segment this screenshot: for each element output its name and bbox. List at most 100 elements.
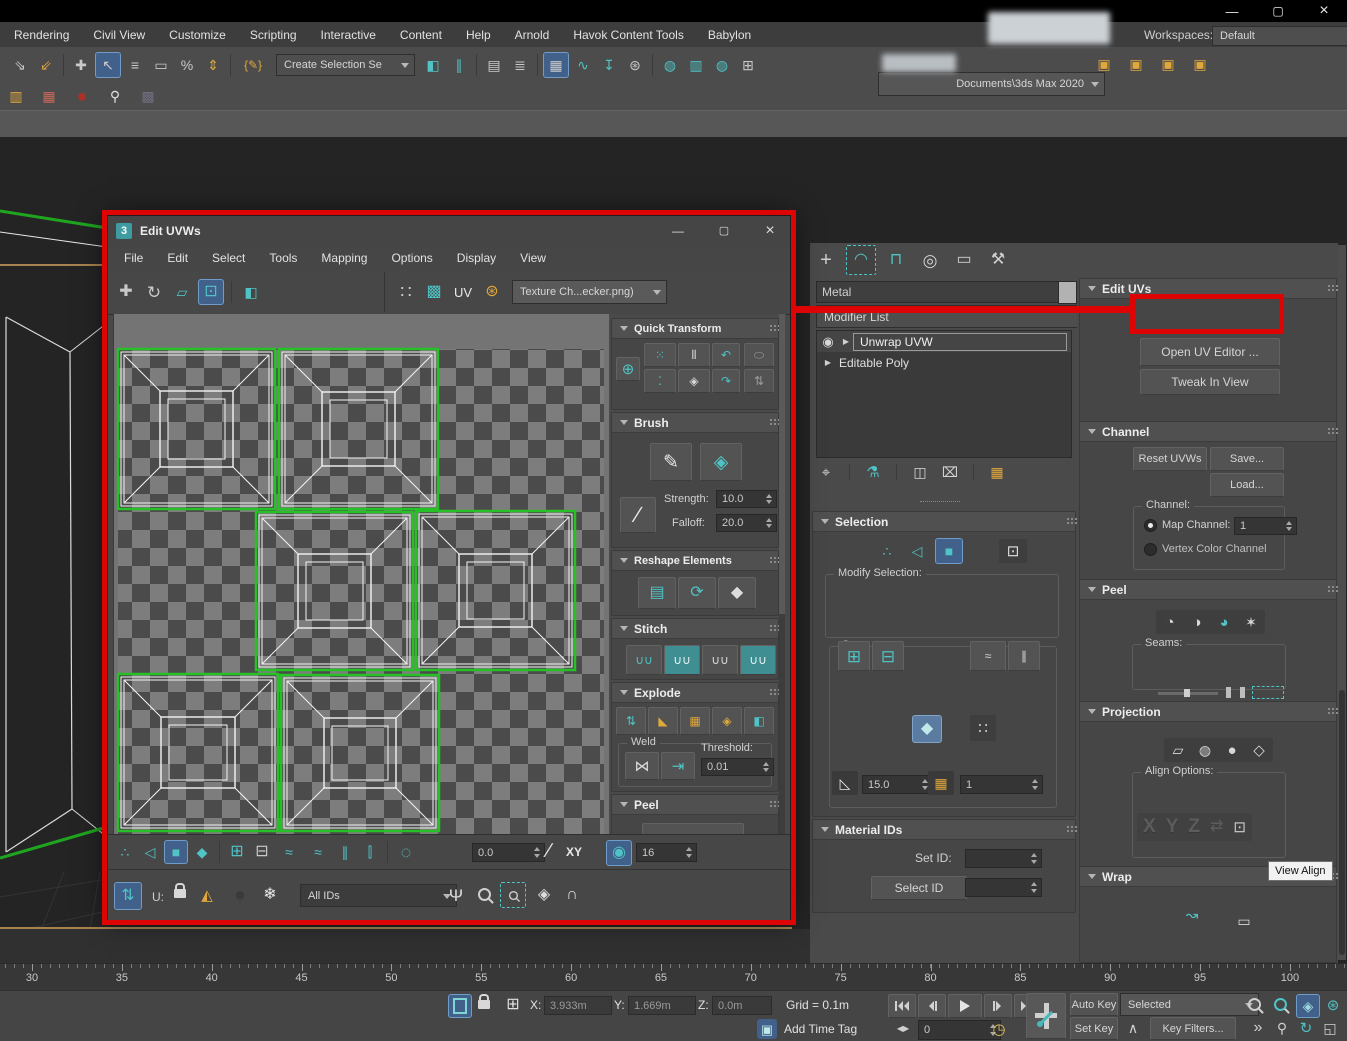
uv-checker-tiles-icon[interactable]: ▩ [422, 280, 446, 304]
uv-menu-tools[interactable]: Tools [257, 251, 309, 265]
uv-loop-add-icon[interactable]: ≈ [305, 841, 331, 863]
timeline-frame-label[interactable]: 45 [295, 972, 307, 984]
menu-content[interactable]: Content [388, 28, 454, 42]
tweak-in-view-button[interactable]: Tweak In View [1140, 369, 1280, 395]
modifier-list-dropdown[interactable]: Modifier List [816, 305, 1096, 328]
timeline-frame-label[interactable]: 60 [565, 972, 577, 984]
timeline-frame-label[interactable]: 40 [206, 972, 218, 984]
angle-threshold-spinner[interactable]: 15.0 [862, 775, 933, 794]
point-to-point-icon[interactable]: ∷ [970, 715, 996, 741]
timeline-frame-label[interactable]: 65 [655, 972, 667, 984]
uv-freeform-icon[interactable]: ⊡ [198, 279, 224, 305]
uv-zoom-region-icon[interactable] [500, 882, 526, 908]
qt-rotate-ccw-icon[interactable]: ↶ [712, 343, 740, 367]
timeline-frame-label[interactable]: 85 [1014, 972, 1026, 984]
save-uvws-button[interactable]: Save... [1210, 447, 1284, 471]
uv-lock-icon[interactable] [174, 882, 186, 898]
tab-hierarchy-icon[interactable]: ⊓ [882, 246, 910, 274]
tab-utilities-icon[interactable]: ⚒ [984, 246, 1012, 274]
planar-map-icon[interactable]: ▱ [1166, 740, 1190, 760]
load-uvws-button[interactable]: Load... [1210, 473, 1284, 497]
shrink-selection-icon[interactable]: ⊟ [872, 641, 904, 671]
timeline-frame-label[interactable]: 30 [26, 972, 38, 984]
explode-flatten-icon[interactable]: ⇅ [616, 707, 646, 735]
uv-ring-add-icon[interactable]: ⫿ [359, 841, 381, 863]
menu-rendering[interactable]: Rendering [2, 28, 81, 42]
import-scene-icon[interactable]: ▣ [1188, 52, 1212, 76]
weld-selected-icon[interactable]: ⇥ [661, 752, 695, 780]
selection-lock-icon[interactable] [478, 993, 490, 1009]
select-and-move-icon[interactable]: ✚ [69, 53, 93, 77]
previous-frame-button[interactable] [918, 994, 946, 1018]
pin-stack-icon[interactable]: ⌖ [816, 462, 836, 482]
timeline-frame-label[interactable]: 75 [835, 972, 847, 984]
menu-arnold[interactable]: Arnold [503, 28, 562, 42]
selected-keys-dropdown[interactable]: Selected [1120, 993, 1259, 1016]
time-configuration-icon[interactable]: ◷ [988, 1019, 1010, 1039]
uv-zoom-icon[interactable] [478, 888, 491, 901]
command-panel-scrollbar-thumb[interactable] [1339, 690, 1345, 955]
set-id-spinner[interactable] [965, 849, 1042, 868]
stack-row-editable-poly[interactable]: ▶ Editable Poly [817, 353, 1071, 373]
edit-seams-icon[interactable] [1226, 687, 1231, 698]
mirror-icon[interactable]: ◧ [421, 53, 445, 77]
script-editor-icon[interactable]: {✎} [236, 53, 270, 77]
uv-texture-dropdown[interactable]: Texture Ch...ecker.png) [512, 280, 667, 304]
schematic-view-icon[interactable]: ↧ [597, 53, 621, 77]
render-production-icon[interactable]: ◍ [710, 53, 734, 77]
reshape-straighten-icon[interactable]: ▤ [638, 577, 676, 609]
nav-pan-icon[interactable]: » [1248, 1018, 1268, 1038]
command-panel-scrollbar[interactable] [1338, 245, 1346, 960]
uv-minimize-button[interactable]: — [660, 216, 696, 246]
qt-distribute-icon[interactable]: ⬭ [744, 343, 774, 367]
uv-soft-value-spinner[interactable]: 0.0 [472, 843, 545, 862]
uv-mirror-icon[interactable]: ◧ [239, 280, 263, 304]
qt-space-vertical-icon[interactable]: ⫴ [678, 343, 710, 367]
brush-relax-icon[interactable]: ◈ [700, 443, 742, 481]
asset-library-icon[interactable]: ▣ [1092, 52, 1116, 76]
select-and-link-icon[interactable]: ⇘ [8, 53, 32, 77]
uv-axis-label[interactable]: XY [566, 845, 582, 859]
timeline-frame-label[interactable]: 55 [475, 972, 487, 984]
brush-presets-icon[interactable]: ▦ [37, 84, 61, 108]
explode-by-smoothing-icon[interactable]: ◈ [712, 707, 742, 735]
explode-by-material-icon[interactable]: ◧ [744, 707, 774, 735]
panel-resize-grip[interactable] [920, 501, 960, 505]
rollout-header-brush[interactable]: Brush [612, 413, 778, 433]
select-id-button[interactable]: Select ID [871, 876, 967, 900]
select-by-name-icon[interactable]: ≡ [123, 53, 147, 77]
go-to-start-button[interactable] [888, 994, 916, 1018]
uv-loop-grow-icon[interactable]: ≈ [276, 841, 302, 863]
menu-havok-content-tools[interactable]: Havok Content Tools [561, 28, 696, 42]
selection-polygon-icon[interactable]: ■ [935, 538, 963, 564]
explode-break-icon[interactable]: ◣ [648, 707, 678, 735]
qt-align-element-icon[interactable]: ◈ [678, 369, 710, 393]
point-seams-icon[interactable] [1240, 687, 1245, 698]
uv-menu-display[interactable]: Display [445, 251, 508, 265]
window-close-button[interactable]: × [1304, 0, 1344, 22]
render-setup-icon[interactable]: ◍ [658, 53, 682, 77]
nav-zoom-extents-icon[interactable]: ◈ [1296, 994, 1320, 1018]
box-map-icon[interactable]: ◇ [1247, 740, 1271, 760]
window-maximize-button[interactable]: ▢ [1258, 0, 1298, 22]
tab-motion-icon[interactable]: ◎ [916, 246, 944, 274]
uv-ring-icon[interactable]: ∥ [334, 841, 356, 863]
peel-partial-button[interactable] [642, 823, 744, 834]
tab-display-icon[interactable]: ▭ [950, 246, 978, 274]
auto-key-button[interactable]: Auto Key [1070, 993, 1118, 1016]
selection-set-dropdown[interactable]: Create Selection Se [276, 54, 415, 76]
expand-arrow-icon[interactable]: ▶ [839, 338, 853, 346]
uv-soft-selection-icon[interactable]: ◌ [394, 841, 418, 863]
uv-freeze-icon[interactable]: ❄ [258, 882, 282, 908]
timeline-frame-label[interactable]: 70 [745, 972, 757, 984]
menu-interactive[interactable]: Interactive [309, 28, 388, 42]
stitch-to-source-icon[interactable]: ∪∪ [702, 645, 738, 675]
window-crossing-icon[interactable]: % [175, 53, 199, 77]
timeline-frame-label[interactable]: 35 [116, 972, 128, 984]
stack-row-unwrap-uvw[interactable]: ◉ ▶ Unwrap UVW [817, 331, 1071, 352]
save-scene-icon[interactable]: ▣ [1156, 52, 1180, 76]
layer-manager-icon[interactable]: ▤ [482, 53, 506, 77]
spline-map-icon[interactable]: ↝ [1180, 905, 1204, 925]
set-key-button[interactable]: Set Key [1070, 1017, 1118, 1040]
material-editor-icon[interactable]: ⊛ [623, 53, 647, 77]
